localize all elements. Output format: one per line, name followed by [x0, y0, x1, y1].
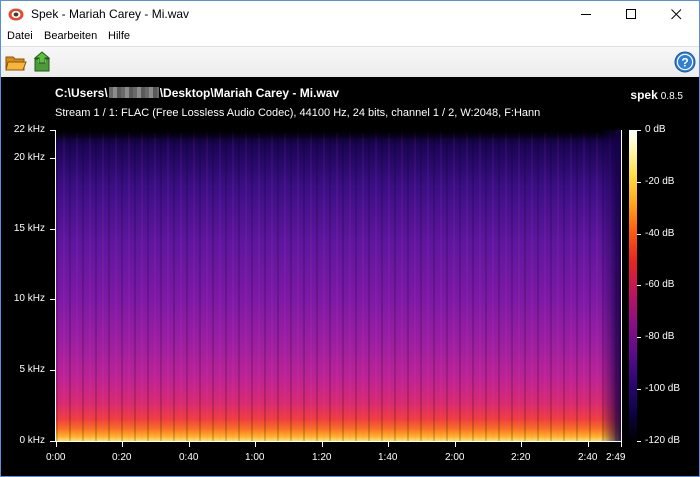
freq-tick-label: 5 kHz [19, 364, 45, 375]
db-color-scale [629, 130, 637, 441]
spek-window: Spek - Mariah Carey - Mi.wav Datei Bearb… [0, 0, 700, 477]
save-button[interactable] [30, 50, 54, 74]
y-axis-line [55, 130, 56, 442]
help-icon: ? [674, 51, 696, 73]
freq-tick-label: 22 kHz [13, 124, 45, 135]
stream-info: Stream 1 / 1: FLAC (Free Lossless Audio … [55, 107, 541, 119]
db-tick-label: -100 dB [645, 383, 681, 394]
time-tick-label: 2:00 [445, 452, 465, 463]
db-tick [637, 234, 641, 235]
db-tick [637, 337, 641, 338]
window-title: Spek - Mariah Carey - Mi.wav [31, 7, 190, 21]
y-tick [50, 229, 55, 230]
time-tick-label: 0:20 [112, 452, 132, 463]
x-tick [521, 442, 522, 447]
close-icon [671, 9, 682, 20]
menu-hilfe[interactable]: Hilfe [108, 30, 130, 42]
file-path: C:\Users\ \Desktop\Mariah Carey - Mi.wav [55, 86, 339, 100]
x-tick [255, 442, 256, 447]
time-tick-label: 1:40 [378, 452, 398, 463]
open-file-button[interactable] [4, 50, 28, 74]
app-brand: spek 0.8.5 [630, 86, 683, 104]
x-tick [588, 442, 589, 447]
file-path-suffix: \Desktop\Mariah Carey - Mi.wav [159, 86, 340, 100]
spectrogram-end-fade [601, 130, 621, 441]
spectrogram-top-fade [56, 130, 621, 140]
time-tick-label: 1:00 [245, 452, 265, 463]
time-tick-label: 0:00 [46, 452, 66, 463]
freq-tick-label: 0 kHz [19, 435, 45, 446]
freq-tick-label: 20 kHz [13, 152, 45, 163]
redacted-username [108, 87, 159, 98]
y-tick [50, 299, 55, 300]
y-tick [50, 441, 55, 442]
x-tick [388, 442, 389, 447]
x-tick [322, 442, 323, 447]
db-tick-label: -20 dB [645, 176, 675, 187]
db-tick-label: -80 dB [645, 331, 675, 342]
time-tick-label: 1:20 [312, 452, 332, 463]
db-tick-label: 0 dB [645, 124, 666, 135]
x-tick [122, 442, 123, 447]
db-tick-label: -60 dB [645, 279, 675, 290]
db-tick [637, 285, 641, 286]
spectrogram-plot [56, 130, 621, 441]
spek-app-icon[interactable] [8, 8, 24, 21]
time-tick-label: 2:20 [511, 452, 531, 463]
x-tick [189, 442, 190, 447]
db-tick-label: -40 dB [645, 228, 675, 239]
time-tick-label: 2:49 [606, 452, 626, 463]
brand-version: 0.8.5 [660, 91, 683, 102]
freq-tick-label: 15 kHz [13, 223, 45, 234]
db-tick-label: -120 dB [645, 435, 681, 446]
title-bar[interactable]: Spek - Mariah Carey - Mi.wav [1, 1, 699, 28]
close-button[interactable] [654, 1, 699, 28]
time-tick-label: 2:40 [578, 452, 598, 463]
db-tick [637, 130, 641, 131]
maximize-button[interactable] [609, 1, 654, 28]
x-tick [56, 442, 57, 447]
y-tick [50, 130, 55, 131]
db-tick [637, 389, 641, 390]
x-axis-line [55, 441, 622, 442]
right-axis-line [621, 130, 622, 442]
db-tick [637, 441, 641, 442]
maximize-icon [626, 9, 636, 19]
spectrogram-texture [56, 130, 621, 441]
freq-tick-label: 10 kHz [13, 293, 45, 304]
x-tick [621, 442, 622, 447]
db-tick [637, 182, 641, 183]
time-tick-label: 0:40 [179, 452, 199, 463]
file-path-prefix: C:\Users\ [55, 86, 108, 100]
menu-datei[interactable]: Datei [7, 30, 33, 42]
help-button[interactable]: ? [673, 50, 697, 74]
menu-bearbeiten[interactable]: Bearbeiten [44, 30, 97, 42]
menu-bar: Datei Bearbeiten Hilfe [1, 28, 699, 46]
save-arrow-icon [33, 51, 51, 72]
x-tick [455, 442, 456, 447]
brand-name: spek [630, 88, 658, 102]
toolbar: ? [1, 46, 699, 78]
spectrogram-view: C:\Users\ \Desktop\Mariah Carey - Mi.wav … [1, 77, 699, 476]
y-tick [50, 370, 55, 371]
minimize-icon [581, 14, 591, 15]
y-tick [50, 158, 55, 159]
minimize-button[interactable] [564, 1, 609, 28]
svg-text:?: ? [681, 56, 688, 70]
open-folder-icon [5, 56, 27, 71]
